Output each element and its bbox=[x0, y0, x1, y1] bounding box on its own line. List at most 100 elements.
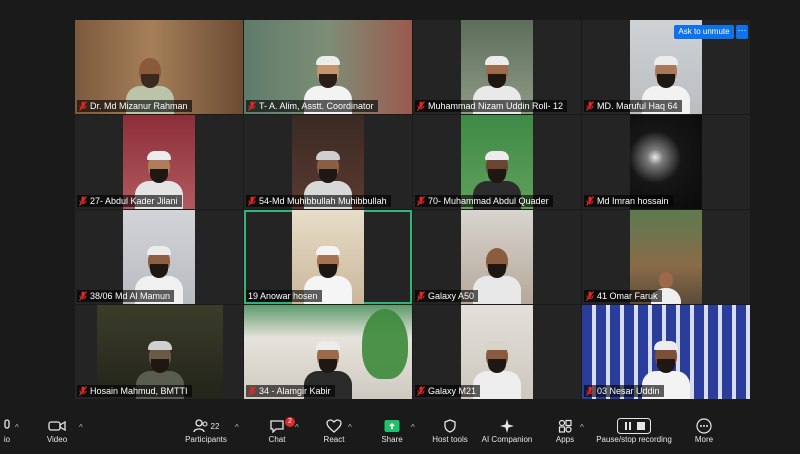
chat-options-caret[interactable]: ^ bbox=[295, 423, 299, 432]
participant-tile[interactable]: 03 Nesar Uddin bbox=[582, 305, 750, 399]
muted-mic-icon bbox=[586, 101, 594, 111]
participant-name: 19 Anowar hosen bbox=[248, 291, 318, 301]
recording-controls-icon bbox=[594, 418, 674, 434]
video-label: Video bbox=[46, 435, 68, 444]
muted-mic-icon bbox=[79, 196, 87, 206]
muted-mic-icon bbox=[79, 291, 87, 301]
muted-mic-icon bbox=[79, 386, 87, 396]
participant-name: Md Imran hossain bbox=[597, 196, 669, 206]
sparkle-icon bbox=[480, 418, 534, 434]
tile-more-options-button[interactable]: ··· bbox=[736, 25, 748, 39]
participant-tile[interactable]: 34 - Alamgir Kabir bbox=[244, 305, 412, 399]
muted-mic-icon bbox=[248, 196, 256, 206]
muted-mic-icon bbox=[79, 101, 87, 111]
share-arrow-icon bbox=[378, 418, 406, 434]
participant-tile[interactable]: 54-Md Muhibbullah Muhibbullah bbox=[244, 115, 412, 209]
participant-name-tag: 41 Omar Faruk bbox=[584, 290, 662, 302]
host-tools-label: Host tools bbox=[432, 435, 468, 444]
participant-name-tag: 19 Anowar hosen bbox=[246, 290, 322, 302]
ai-companion-label: AI Companion bbox=[481, 435, 533, 444]
participant-name: 03 Nesar Uddin bbox=[597, 386, 660, 396]
participant-name: Galaxy M21 bbox=[428, 386, 477, 396]
pause-stop-recording-button[interactable]: Pause/stop recording bbox=[594, 418, 674, 450]
react-button[interactable]: React bbox=[320, 418, 348, 450]
participant-tile[interactable]: Galaxy M21 bbox=[413, 305, 581, 399]
muted-mic-icon bbox=[586, 386, 594, 396]
muted-mic-icon bbox=[417, 291, 425, 301]
participant-name-tag: T- A. Alim, Asstt. Coordinator bbox=[246, 100, 378, 112]
more-button[interactable]: More bbox=[690, 418, 718, 450]
participant-tile[interactable]: 38/06 Md Al Mamun bbox=[75, 210, 243, 304]
participant-name-tag: 34 - Alamgir Kabir bbox=[246, 385, 335, 397]
react-label: React bbox=[323, 435, 345, 444]
microphone-icon bbox=[0, 418, 14, 434]
participant-tile[interactable]: T- A. Alim, Asstt. Coordinator bbox=[244, 20, 412, 114]
audio-button[interactable]: io bbox=[0, 418, 14, 450]
participant-tile[interactable]: Md Imran hossain bbox=[582, 115, 750, 209]
participant-name: Dr. Md Mizanur Rahman bbox=[90, 101, 188, 111]
apps-options-caret[interactable]: ^ bbox=[580, 423, 584, 432]
share-label: Share bbox=[381, 435, 403, 444]
recording-label: Pause/stop recording bbox=[596, 435, 672, 444]
participant-name: 27- Abdul Kader Jilani bbox=[90, 196, 178, 206]
share-options-caret[interactable]: ^ bbox=[411, 423, 415, 432]
participant-tile[interactable]: Muhammad Nizam Uddin Roll- 12 bbox=[413, 20, 581, 114]
participant-name: Hosain Mahmud, BMTTI bbox=[90, 386, 188, 396]
participant-tile[interactable]: 27- Abdul Kader Jilani bbox=[75, 115, 243, 209]
participants-button[interactable]: 22 Participants bbox=[182, 418, 230, 450]
meeting-toolbar: io ^ Video ^ 22 Participants ^ Chat ^ Re… bbox=[0, 410, 800, 454]
muted-mic-icon bbox=[417, 386, 425, 396]
participant-name-tag: 27- Abdul Kader Jilani bbox=[77, 195, 182, 207]
apps-grid-icon bbox=[553, 418, 577, 434]
apps-button[interactable]: Apps bbox=[553, 418, 577, 450]
muted-mic-icon bbox=[248, 101, 256, 111]
participant-name: Muhammad Nizam Uddin Roll- 12 bbox=[428, 101, 564, 111]
participant-name: 70- Muhammad Abdul Quader bbox=[428, 196, 549, 206]
ask-to-unmute-button[interactable]: Ask to unmute bbox=[674, 25, 734, 39]
video-camera-icon bbox=[40, 418, 74, 434]
participant-tile[interactable]: 70- Muhammad Abdul Quader bbox=[413, 115, 581, 209]
participant-name-tag: Dr. Md Mizanur Rahman bbox=[77, 100, 192, 112]
participants-icon: 22 bbox=[182, 418, 230, 434]
participant-name-tag: 03 Nesar Uddin bbox=[584, 385, 664, 397]
more-dots-icon bbox=[690, 418, 718, 434]
audio-options-caret[interactable]: ^ bbox=[15, 423, 19, 432]
participant-tile-active-speaker[interactable]: 19 Anowar hosen bbox=[244, 210, 412, 304]
muted-mic-icon bbox=[417, 196, 425, 206]
ai-companion-button[interactable]: AI Companion bbox=[480, 418, 534, 450]
participant-tile[interactable]: 41 Omar Faruk bbox=[582, 210, 750, 304]
video-grid: Dr. Md Mizanur Rahman T- A. Alim, Asstt.… bbox=[75, 20, 751, 400]
participant-tile[interactable]: Hosain Mahmud, BMTTI bbox=[75, 305, 243, 399]
participants-label: Participants bbox=[185, 435, 227, 444]
chat-label: Chat bbox=[268, 435, 286, 444]
participant-name: 38/06 Md Al Mamun bbox=[90, 291, 171, 301]
participant-tile[interactable]: Dr. Md Mizanur Rahman bbox=[75, 20, 243, 114]
video-options-caret[interactable]: ^ bbox=[79, 423, 83, 432]
participant-name: T- A. Alim, Asstt. Coordinator bbox=[259, 101, 374, 111]
host-tools-button[interactable]: Host tools bbox=[430, 418, 470, 450]
participant-name-tag: Galaxy M21 bbox=[415, 385, 481, 397]
participant-name-tag: Galaxy A50 bbox=[415, 290, 479, 302]
participants-options-caret[interactable]: ^ bbox=[235, 423, 239, 432]
chat-unread-badge: 2 bbox=[285, 417, 295, 427]
shield-icon bbox=[430, 418, 470, 434]
participant-name: MD. Maruful Haq 64 bbox=[597, 101, 678, 111]
muted-mic-icon bbox=[248, 386, 256, 396]
share-screen-button[interactable]: Share bbox=[378, 418, 406, 450]
participant-name-tag: Muhammad Nizam Uddin Roll- 12 bbox=[415, 100, 568, 112]
participant-name-tag: Hosain Mahmud, BMTTI bbox=[77, 385, 192, 397]
react-options-caret[interactable]: ^ bbox=[348, 423, 352, 432]
participant-tile[interactable]: Galaxy A50 bbox=[413, 210, 581, 304]
participant-name-tag: 38/06 Md Al Mamun bbox=[77, 290, 175, 302]
participant-name-tag: Md Imran hossain bbox=[584, 195, 673, 207]
participant-name: 54-Md Muhibbullah Muhibbullah bbox=[259, 196, 387, 206]
heart-icon bbox=[320, 418, 348, 434]
participant-name-tag: 70- Muhammad Abdul Quader bbox=[415, 195, 553, 207]
participant-name: 34 - Alamgir Kabir bbox=[259, 386, 331, 396]
audio-label: io bbox=[3, 435, 11, 444]
participants-count: 22 bbox=[210, 421, 220, 431]
participant-name-tag: 54-Md Muhibbullah Muhibbullah bbox=[246, 195, 391, 207]
participant-name: 41 Omar Faruk bbox=[597, 291, 658, 301]
video-button[interactable]: Video bbox=[40, 418, 74, 450]
more-label: More bbox=[694, 435, 714, 444]
